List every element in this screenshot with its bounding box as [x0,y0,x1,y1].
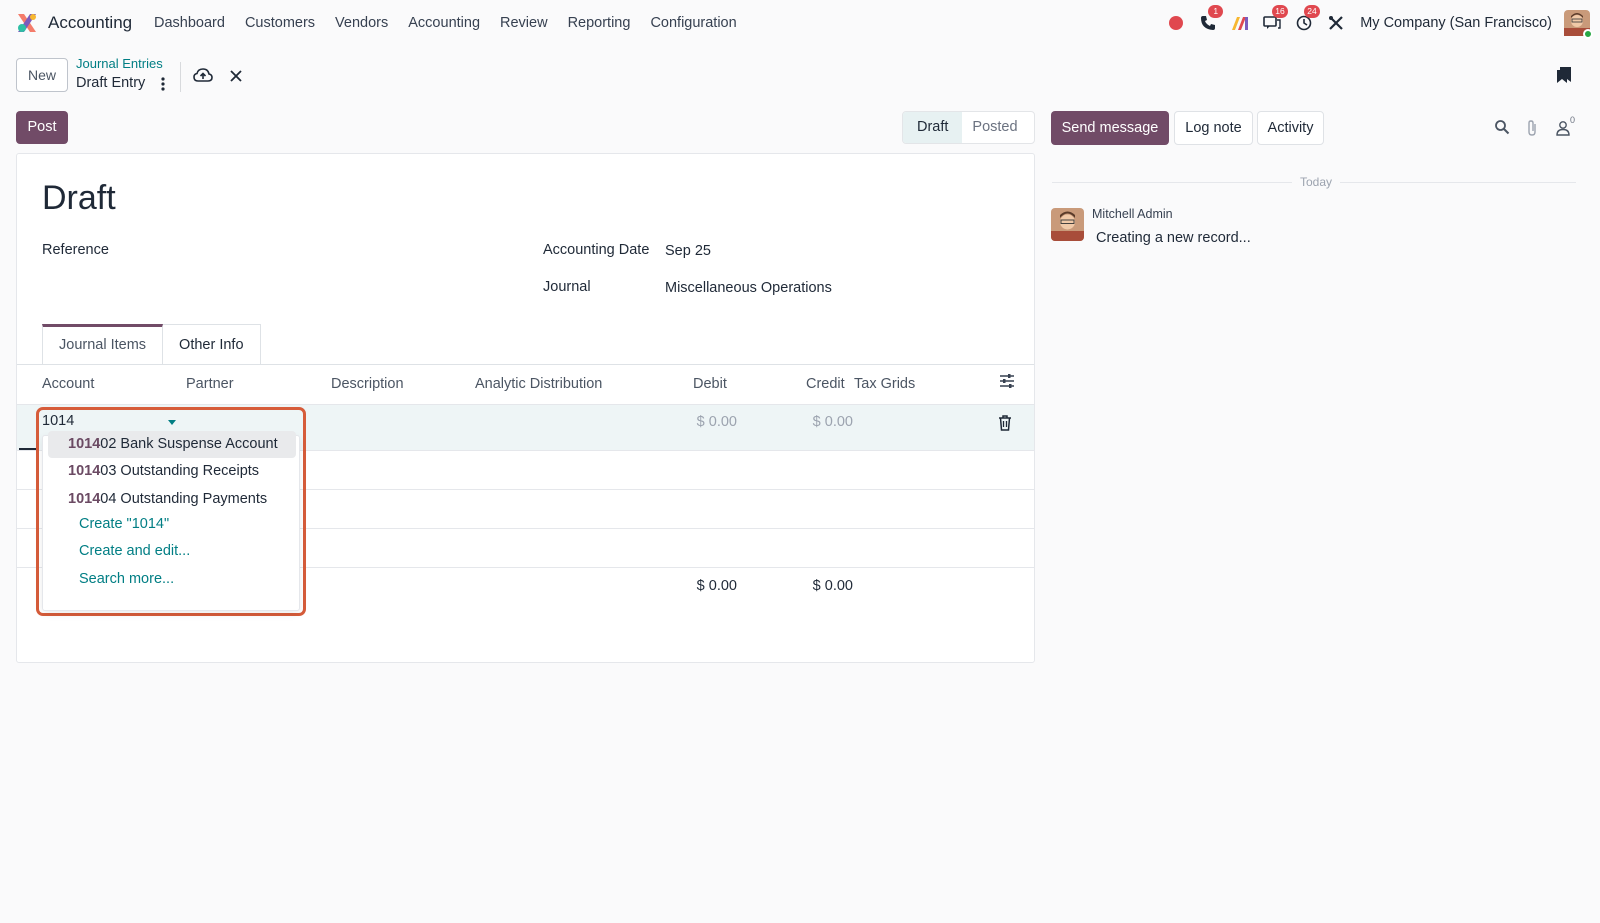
company-switcher[interactable]: My Company (San Francisco) [1360,15,1552,31]
activities-badge: 24 [1304,5,1320,18]
menu-dashboard[interactable]: Dashboard [154,15,225,31]
column-tax-grids[interactable]: Tax Grids [854,376,915,392]
column-partner[interactable]: Partner [186,376,234,392]
dropdown-option-101403[interactable]: 101403 Outstanding Receipts [48,458,296,485]
option-label: 04 Outstanding Payments [100,491,268,507]
activity-button[interactable]: Activity [1257,111,1324,145]
column-debit[interactable]: Debit [693,376,727,392]
ai-assistant-icon[interactable] [1228,11,1252,35]
create-option[interactable]: Create "1014" [79,516,169,532]
top-navbar: Accounting Dashboard Customers Vendors A… [0,0,1600,46]
menu-vendors[interactable]: Vendors [335,15,388,31]
systray: 1 16 24 My Company (San Francisco) [1156,5,1593,39]
status-posted[interactable]: Posted [962,112,1033,143]
phone-icon[interactable]: 1 [1196,5,1224,35]
line-credit[interactable]: $ 0.00 [767,414,853,430]
tab-other-info[interactable]: Other Info [163,324,261,364]
option-match: 1014 [68,491,101,507]
search-more-option[interactable]: Search more... [79,571,174,587]
online-status-dot [1583,29,1593,39]
delete-line-trash-icon[interactable] [998,415,1012,431]
chevron-down-icon[interactable] [168,420,176,425]
dropdown-option-101404[interactable]: 101404 Outstanding Payments [48,486,296,513]
save-cloud-icon[interactable] [193,66,213,86]
option-label: 02 Bank Suspense Account [100,436,278,452]
accounting-date-field[interactable]: Sep 25 [665,243,711,259]
status-draft[interactable]: Draft [903,112,963,143]
column-analytic-distribution[interactable]: Analytic Distribution [475,376,602,392]
dropdown-option-101402[interactable]: 101402 Bank Suspense Account [48,431,296,458]
notebook-tabs: Journal Items Other Info [42,324,261,364]
followers-count: 0 [1570,115,1576,125]
message-author[interactable]: Mitchell Admin [1092,207,1173,221]
column-settings-icon[interactable] [999,373,1015,389]
create-and-edit-option[interactable]: Create and edit... [79,543,190,559]
column-credit[interactable]: Credit [806,376,845,392]
status-bar: Draft Posted [902,111,1035,144]
app-name[interactable]: Accounting [48,13,132,33]
reference-label: Reference [42,242,109,258]
total-debit: $ 0.00 [696,578,737,594]
account-autocomplete-dropdown: 101402 Bank Suspense Account 101403 Outs… [42,431,300,611]
log-note-button[interactable]: Log note [1174,111,1253,145]
tab-journal-items[interactable]: Journal Items [42,324,164,364]
main-menu: Dashboard Customers Vendors Accounting R… [154,15,757,31]
new-button[interactable]: New [16,58,68,92]
menu-customers[interactable]: Customers [245,15,315,31]
message-author-avatar[interactable] [1051,208,1084,241]
activities-clock-icon[interactable]: 24 [1292,5,1320,35]
bookmark-icon[interactable] [1556,66,1572,84]
tools-icon[interactable] [1324,11,1348,35]
option-match: 1014 [68,436,101,452]
search-icon[interactable] [1494,119,1510,135]
date-separator: Today [1292,175,1341,189]
journal-field[interactable]: Miscellaneous Operations [665,280,832,296]
accounting-date-label: Accounting Date [543,242,650,258]
column-description[interactable]: Description [331,376,404,392]
entry-title: Draft [42,179,116,217]
tabs-divider [17,364,1034,365]
line-debit[interactable]: $ 0.00 [657,414,737,430]
account-input[interactable] [42,413,182,429]
messages-icon[interactable]: 16 [1260,5,1288,35]
menu-review[interactable]: Review [500,15,548,31]
phone-badge: 1 [1208,5,1224,18]
post-button[interactable]: Post [16,111,68,144]
menu-reporting[interactable]: Reporting [568,15,631,31]
message-body: Creating a new record... [1096,230,1251,246]
menu-accounting[interactable]: Accounting [408,15,480,31]
accounting-app-logo-icon[interactable] [16,12,38,34]
breadcrumb-current: Draft Entry [76,75,146,91]
more-actions-icon[interactable] [158,75,168,93]
recording-indicator-icon[interactable] [1164,11,1188,35]
option-label: 03 Outstanding Receipts [100,463,260,479]
menu-configuration[interactable]: Configuration [650,15,736,31]
send-message-button[interactable]: Send message [1051,111,1169,145]
discard-close-icon[interactable] [228,68,244,84]
column-account[interactable]: Account [42,376,94,392]
breadcrumb-journal-entries[interactable]: Journal Entries [76,56,163,71]
option-match: 1014 [68,463,101,479]
total-credit: $ 0.00 [812,578,853,594]
paperclip-icon[interactable] [1525,119,1539,137]
user-avatar[interactable] [1564,10,1593,39]
journal-label: Journal [543,279,591,295]
toolbar-divider [180,62,181,92]
messages-badge: 16 [1272,5,1288,18]
